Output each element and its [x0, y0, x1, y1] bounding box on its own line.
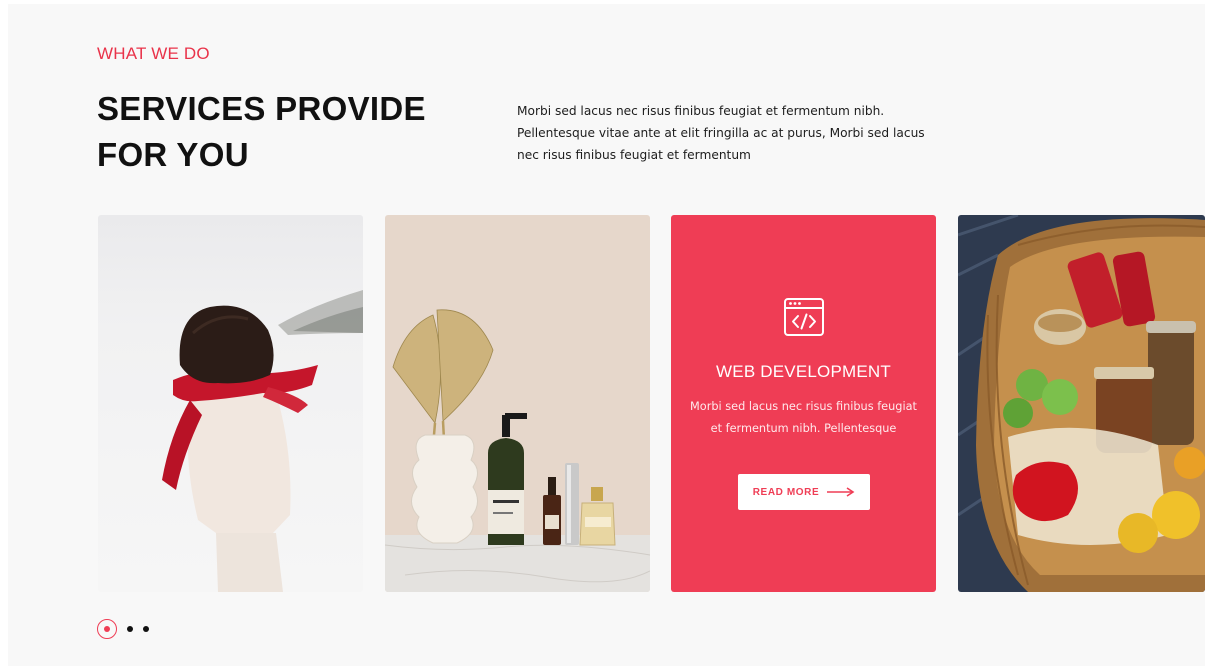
read-more-button[interactable]: READ MORE [738, 474, 870, 510]
service-card-image-2[interactable] [385, 215, 650, 592]
service-card-image-4[interactable] [958, 215, 1205, 592]
code-window-icon [784, 298, 824, 336]
section-eyebrow: WHAT WE DO [97, 44, 210, 63]
grocery-basket-image [958, 215, 1205, 592]
service-title: WEB DEVELOPMENT [716, 362, 891, 381]
service-card-image-1[interactable] [98, 215, 363, 592]
section-title-line-2: FOR YOU [97, 136, 249, 173]
service-card-web-development[interactable]: WEB DEVELOPMENT Morbi sed lacus nec risu… [671, 215, 936, 592]
pagination-dot-active[interactable] [97, 619, 117, 639]
carousel-pagination [97, 619, 149, 639]
pagination-dot[interactable] [143, 626, 149, 632]
service-description: Morbi sed lacus nec risus finibus feugia… [690, 400, 917, 435]
woman-in-snow-image [98, 215, 363, 592]
services-section: WHAT WE DO SERVICES PROVIDE FOR YOU Morb… [8, 4, 1205, 666]
read-more-label: READ MORE [752, 486, 820, 498]
arrow-right-icon [827, 487, 855, 497]
pagination-dot[interactable] [127, 626, 133, 632]
section-title-line-1: SERVICES PROVIDE [97, 90, 426, 127]
section-intro: Morbi sed lacus nec risus finibus feugia… [517, 104, 925, 162]
section-title: SERVICES PROVIDE FOR YOU [97, 86, 426, 178]
vase-and-bottles-image [385, 215, 650, 592]
